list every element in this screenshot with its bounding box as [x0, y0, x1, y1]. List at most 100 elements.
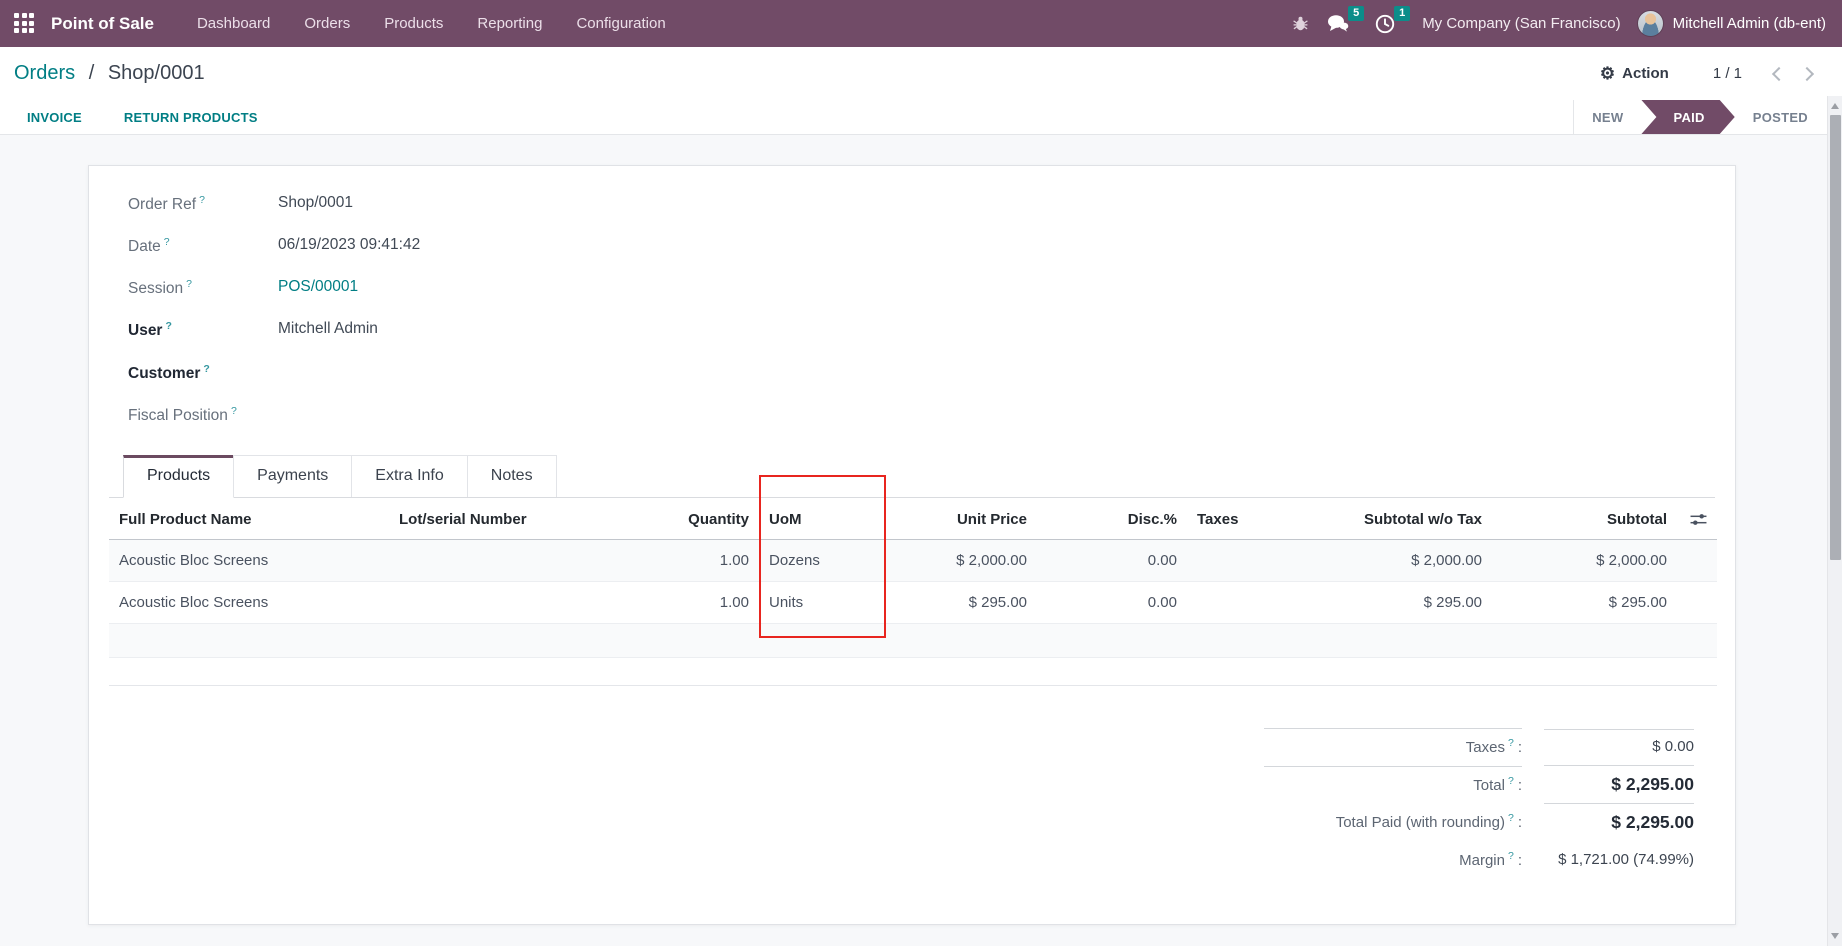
- content-area: Order Ref? Shop/0001 Date? 06/19/2023 09…: [0, 135, 1842, 946]
- tab-payments[interactable]: Payments: [233, 455, 352, 497]
- menu-item-dashboard[interactable]: Dashboard: [180, 0, 287, 47]
- help-icon: ?: [1508, 737, 1514, 749]
- state-paid-active[interactable]: PAID: [1641, 100, 1734, 134]
- totals-row-taxes: Taxes?: $ 0.00: [1264, 728, 1694, 765]
- breadcrumb-orders-link[interactable]: Orders: [14, 62, 75, 84]
- cell-uom: Dozens: [759, 539, 887, 581]
- order-totals: Taxes?: $ 0.00 Total?: $ 2,295.00 Total …: [1264, 728, 1694, 878]
- user-menu[interactable]: Mitchell Admin (db-ent): [1673, 15, 1826, 32]
- pager-next-button[interactable]: [1792, 60, 1820, 88]
- scroll-up-arrow[interactable]: [1831, 103, 1839, 109]
- help-icon: ?: [186, 278, 192, 290]
- customer-label: Customer?: [128, 363, 278, 383]
- taxes-total-label: Taxes?:: [1264, 728, 1522, 764]
- menu-item-configuration[interactable]: Configuration: [559, 0, 682, 47]
- menu-item-orders[interactable]: Orders: [287, 0, 367, 47]
- user-label: User?: [128, 320, 278, 340]
- pager-count: 1 / 1: [1713, 65, 1742, 82]
- breadcrumb-current: Shop/0001: [108, 62, 205, 84]
- activities-button[interactable]: 1: [1366, 8, 1404, 40]
- col-subtotal[interactable]: Subtotal: [1492, 498, 1677, 540]
- products-table: Full Product Name Lot/serial Number Quan…: [109, 498, 1717, 686]
- session-link[interactable]: POS/00001: [278, 278, 768, 298]
- breadcrumb-separator: /: [89, 62, 95, 84]
- debug-bug-icon[interactable]: [1283, 9, 1318, 38]
- margin-label: Margin?:: [1264, 842, 1522, 877]
- notebook-tabs: Products Payments Extra Info Notes: [109, 455, 1715, 498]
- form-statusbar: INVOICE RETURN PRODUCTS NEW PAID POSTED: [0, 100, 1842, 135]
- help-icon: ?: [203, 363, 209, 375]
- help-icon: ?: [1508, 812, 1514, 824]
- optional-columns-button[interactable]: [1677, 498, 1717, 540]
- col-disc-percent[interactable]: Disc.%: [1037, 498, 1187, 540]
- totals-row-total: Total?: $ 2,295.00: [1264, 765, 1694, 803]
- cell-unit-price: $ 295.00: [887, 581, 1037, 623]
- help-icon: ?: [199, 194, 205, 206]
- state-new[interactable]: NEW: [1574, 100, 1641, 134]
- tab-products[interactable]: Products: [123, 455, 234, 498]
- breadcrumb: Orders / Shop/0001: [14, 62, 205, 85]
- scrollbar[interactable]: [1827, 96, 1842, 946]
- col-full-product-name[interactable]: Full Product Name: [109, 498, 389, 540]
- session-label: Session?: [128, 278, 278, 298]
- help-icon: ?: [165, 320, 171, 332]
- table-row-empty: [109, 623, 1717, 657]
- topbar-right: 5 1 My Company (San Francisco) Mitchell …: [1283, 8, 1826, 40]
- apps-grid-icon[interactable]: [14, 13, 35, 34]
- order-ref-value: Shop/0001: [278, 194, 768, 214]
- cell-subtotal: $ 2,000.00: [1492, 539, 1677, 581]
- col-subtotal-wo-tax[interactable]: Subtotal w/o Tax: [1332, 498, 1492, 540]
- menu-item-products[interactable]: Products: [367, 0, 460, 47]
- table-row[interactable]: Acoustic Bloc Screens 1.00 Units $ 295.0…: [109, 581, 1717, 623]
- cell-subtotal-wo-tax: $ 2,000.00: [1332, 539, 1492, 581]
- cell-disc: 0.00: [1037, 581, 1187, 623]
- col-lot-serial-number[interactable]: Lot/serial Number: [389, 498, 644, 540]
- action-label: Action: [1622, 65, 1669, 82]
- fiscal-position-value: [278, 405, 768, 425]
- table-footer-spacer: [109, 657, 1717, 685]
- cell-product-name: Acoustic Bloc Screens: [109, 539, 389, 581]
- col-taxes[interactable]: Taxes: [1187, 498, 1332, 540]
- invoice-button[interactable]: INVOICE: [27, 100, 82, 134]
- tab-notes[interactable]: Notes: [467, 455, 557, 497]
- totals-row-total-paid: Total Paid (with rounding)?: $ 2,295.00: [1264, 803, 1694, 841]
- user-avatar[interactable]: [1637, 10, 1664, 37]
- menu-item-reporting[interactable]: Reporting: [460, 0, 559, 47]
- col-unit-price[interactable]: Unit Price: [887, 498, 1037, 540]
- return-products-button[interactable]: RETURN PRODUCTS: [124, 100, 258, 134]
- app-name[interactable]: Point of Sale: [51, 14, 154, 34]
- scrollbar-thumb[interactable]: [1830, 115, 1841, 560]
- cell-lot-serial: [389, 581, 644, 623]
- statusbar: NEW PAID POSTED: [1573, 100, 1826, 134]
- order-ref-label: Order Ref?: [128, 194, 278, 214]
- top-menu: Dashboard Orders Products Reporting Conf…: [180, 0, 683, 47]
- chat-bubbles-icon: [1327, 14, 1349, 33]
- cell-lot-serial: [389, 539, 644, 581]
- control-panel: Orders / Shop/0001 ⚙ Action 1 / 1: [0, 47, 1842, 100]
- total-value: $ 2,295.00: [1544, 765, 1694, 803]
- date-value: 06/19/2023 09:41:42: [278, 236, 768, 256]
- pager-previous-button[interactable]: [1764, 60, 1792, 88]
- table-row[interactable]: Acoustic Bloc Screens 1.00 Dozens $ 2,00…: [109, 539, 1717, 581]
- top-navbar: Point of Sale Dashboard Orders Products …: [0, 0, 1842, 47]
- col-uom[interactable]: UoM: [759, 498, 887, 540]
- order-form-sheet: Order Ref? Shop/0001 Date? 06/19/2023 09…: [88, 165, 1736, 925]
- scroll-down-arrow[interactable]: [1831, 933, 1839, 939]
- cell-unit-price: $ 2,000.00: [887, 539, 1037, 581]
- help-icon: ?: [231, 405, 237, 417]
- messages-count-badge: 5: [1348, 6, 1364, 21]
- messages-button[interactable]: 5: [1318, 8, 1358, 39]
- help-icon: ?: [1508, 850, 1514, 862]
- cell-subtotal-wo-tax: $ 295.00: [1332, 581, 1492, 623]
- cell-disc: 0.00: [1037, 539, 1187, 581]
- company-switcher[interactable]: My Company (San Francisco): [1422, 15, 1620, 32]
- table-header-row: Full Product Name Lot/serial Number Quan…: [109, 498, 1717, 540]
- bug-icon: [1292, 15, 1309, 32]
- state-posted[interactable]: POSTED: [1735, 100, 1826, 134]
- control-panel-right: ⚙ Action 1 / 1: [1600, 60, 1828, 88]
- order-fields: Order Ref? Shop/0001 Date? 06/19/2023 09…: [128, 194, 768, 425]
- col-quantity[interactable]: Quantity: [644, 498, 759, 540]
- tab-extra-info[interactable]: Extra Info: [351, 455, 467, 497]
- action-button[interactable]: ⚙ Action: [1600, 65, 1669, 82]
- cell-taxes: [1187, 581, 1332, 623]
